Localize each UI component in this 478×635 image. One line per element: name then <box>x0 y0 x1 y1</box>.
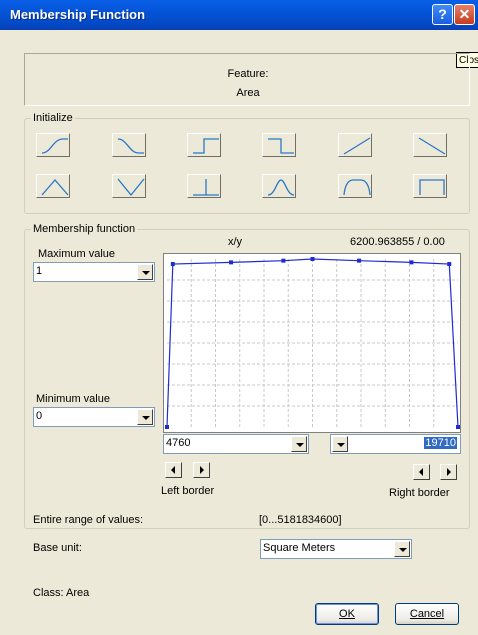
curve-point <box>170 262 175 267</box>
base-unit-value: Square Meters <box>263 542 336 554</box>
max-value: 1 <box>36 265 43 277</box>
singleton-icon <box>193 179 219 196</box>
init-step-up-button[interactable] <box>187 133 221 157</box>
rectangle-icon <box>419 179 445 195</box>
membership-graph-svg[interactable] <box>163 253 461 433</box>
init-step-down-button[interactable] <box>262 133 296 157</box>
s-curve-rising-icon <box>41 138 68 154</box>
feature-panel: Feature: Area <box>24 53 470 106</box>
chevron-down-icon[interactable] <box>394 541 410 557</box>
curve-point <box>357 258 362 263</box>
range-value: [0...5181834600] <box>259 514 342 526</box>
init-v-shape-button[interactable] <box>112 174 146 198</box>
base-unit-select[interactable]: Square Meters <box>260 539 412 559</box>
initialize-group: Initialize <box>24 112 470 214</box>
curve-point <box>310 257 315 261</box>
min-value-select[interactable]: 0 <box>33 407 155 427</box>
left-border-value: 4760 <box>166 437 191 449</box>
right-border-decrease-button[interactable] <box>413 464 430 480</box>
left-border-increase-button[interactable] <box>193 462 210 478</box>
init-s-curve-falling-button[interactable] <box>112 133 146 157</box>
graph-xy-label: x/y <box>228 236 243 248</box>
base-unit-label: Base unit: <box>33 542 82 554</box>
cancel-label: Cancel <box>409 608 445 620</box>
title-bar: Membership Function ? ✕ <box>0 0 478 30</box>
linear-falling-icon <box>418 137 446 155</box>
init-trapezoid-button[interactable] <box>338 174 372 198</box>
max-value-label: Maximum value <box>38 248 116 260</box>
max-value-select[interactable]: 1 <box>33 262 155 282</box>
gaussian-icon <box>267 179 295 196</box>
curve-point <box>456 425 460 429</box>
chevron-down-icon[interactable] <box>291 436 307 452</box>
help-button[interactable]: ? <box>432 4 453 25</box>
close-icon: ✕ <box>458 6 471 22</box>
range-label: Entire range of values: <box>33 514 144 526</box>
chevron-down-icon[interactable] <box>332 436 348 452</box>
init-triangle-button[interactable] <box>36 174 70 198</box>
membership-label: Membership function <box>31 223 138 235</box>
step-down-icon <box>268 138 294 154</box>
feature-label: Feature: <box>227 68 269 80</box>
init-s-curve-rising-button[interactable] <box>36 133 70 157</box>
curve-point <box>229 260 234 265</box>
left-border-label: Left border <box>161 485 215 497</box>
s-curve-falling-icon <box>117 138 144 154</box>
init-singleton-button[interactable] <box>187 174 221 198</box>
membership-graph[interactable] <box>163 253 461 433</box>
right-border-label: Right border <box>389 487 450 499</box>
feature-value: Area <box>236 87 260 99</box>
curve-point <box>447 262 452 267</box>
chevron-down-icon[interactable] <box>137 409 153 425</box>
chevron-down-icon[interactable] <box>137 264 153 280</box>
window-title: Membership Function <box>10 7 146 22</box>
curve-point <box>409 260 414 265</box>
trapezoid-icon <box>343 179 371 196</box>
left-border-select[interactable]: 4760 <box>163 434 309 454</box>
min-value-label: Minimum value <box>36 393 110 405</box>
initialize-label: Initialize <box>31 112 75 124</box>
min-value: 0 <box>36 410 43 422</box>
curve-point <box>165 425 169 429</box>
linear-rising-icon <box>343 137 371 155</box>
cancel-button[interactable]: Cancel <box>395 603 459 625</box>
curve-point <box>281 258 286 263</box>
step-up-icon <box>193 138 219 154</box>
init-linear-rising-button[interactable] <box>338 133 372 157</box>
init-linear-falling-button[interactable] <box>413 133 447 157</box>
close-button[interactable]: ✕ <box>454 4 475 25</box>
init-rectangle-button[interactable] <box>413 174 447 198</box>
right-border-select[interactable]: 19710 <box>330 434 461 454</box>
ok-button[interactable]: OK <box>315 603 379 625</box>
class-label: Class: Area <box>33 587 90 599</box>
help-icon: ? <box>438 6 447 22</box>
v-shape-icon <box>117 178 145 197</box>
right-border-increase-button[interactable] <box>440 464 457 480</box>
triangle-icon <box>41 179 69 196</box>
ok-label: OK <box>339 608 355 620</box>
right-border-value: 19710 <box>424 437 457 449</box>
init-gaussian-button[interactable] <box>262 174 296 198</box>
left-border-decrease-button[interactable] <box>165 462 182 478</box>
graph-readout: 6200.963855 / 0.00 <box>350 236 445 248</box>
